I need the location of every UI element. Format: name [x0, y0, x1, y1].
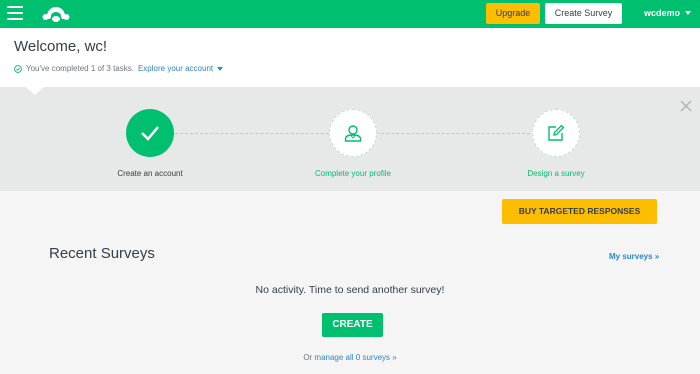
tasks-text: You've completed 1 of 3 tasks. — [26, 64, 134, 73]
no-activity-message: No activity. Time to send another survey… — [255, 284, 445, 296]
tasks-progress-line: You've completed 1 of 3 tasks. Explore y… — [14, 64, 224, 73]
check-circle-icon — [14, 64, 22, 73]
user-profile-icon — [344, 125, 362, 142]
create-survey-button[interactable]: Create Survey — [545, 3, 622, 24]
username: wcdemo — [644, 8, 681, 18]
step-create-account-circle — [126, 109, 174, 157]
welcome-username: wc — [84, 38, 103, 55]
buy-targeted-responses-button[interactable]: BUY TARGETED RESPONSES — [502, 199, 657, 224]
panel-pointer — [26, 87, 44, 95]
user-menu[interactable]: wcdemo — [644, 8, 692, 18]
explore-account-link[interactable]: Explore your account — [137, 64, 224, 73]
chevron-down-icon — [685, 11, 692, 15]
step-complete-profile-circle[interactable] — [329, 109, 377, 157]
step-label-complete-profile[interactable]: Complete your profile — [293, 169, 413, 178]
recent-surveys-heading: Recent Surveys — [49, 245, 155, 262]
manage-prefix: Or — [303, 353, 315, 362]
checkmark-icon — [141, 126, 159, 141]
close-icon[interactable] — [680, 100, 692, 112]
explore-link-label: Explore your account — [137, 64, 214, 73]
my-surveys-link[interactable]: My surveys » — [609, 252, 659, 261]
top-navigation-bar: Upgrade Create Survey wcdemo — [0, 0, 700, 28]
edit-pencil-icon — [548, 124, 565, 141]
chevron-down-icon — [217, 66, 224, 71]
step-label-create-account: Create an account — [117, 169, 183, 178]
hamburger-icon[interactable] — [7, 6, 23, 21]
manage-surveys-link[interactable]: manage all 0 surveys » — [314, 353, 396, 362]
welcome-suffix: ! — [102, 38, 108, 55]
step-design-survey-circle[interactable] — [532, 109, 580, 157]
create-button[interactable]: CREATE — [322, 313, 383, 337]
manage-surveys-line: Or manage all 0 surveys » — [0, 353, 700, 362]
surveymonkey-logo-icon[interactable] — [42, 4, 70, 24]
welcome-panel: Welcome, wc! You've completed 1 of 3 tas… — [0, 28, 700, 87]
welcome-prefix: Welcome, — [14, 38, 85, 55]
welcome-title: Welcome, wc! — [14, 38, 107, 55]
upgrade-button[interactable]: Upgrade — [486, 3, 540, 24]
step-label-design-survey[interactable]: Design a survey — [496, 169, 616, 178]
